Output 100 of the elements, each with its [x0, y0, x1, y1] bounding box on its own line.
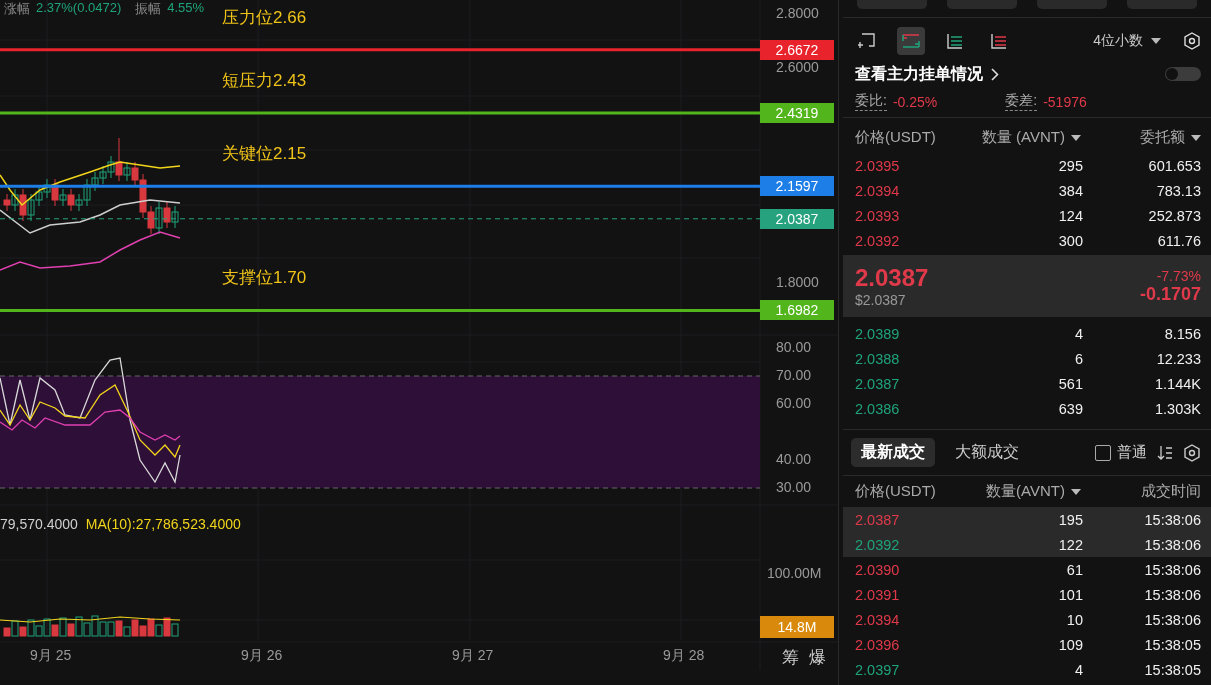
bid-price: 2.0389: [855, 325, 901, 342]
date-label: 9月 28: [663, 647, 705, 665]
bid-price: 2.0387: [855, 375, 901, 392]
ask-total: 611.76: [1157, 232, 1201, 249]
bid-price: 2.0386: [855, 400, 901, 417]
column-header: 成交时间: [1141, 482, 1201, 501]
bid-amount: 639: [1058, 400, 1083, 417]
bid-price: 2.0388: [855, 350, 901, 367]
diff-label: 委差:: [1005, 92, 1038, 111]
price-tag: 2.6672: [760, 39, 834, 60]
bid-amount: 6: [1074, 350, 1083, 367]
caret-icon: [1151, 38, 1161, 44]
ask-amount: 300: [1058, 232, 1083, 249]
chart-tool-button[interactable]: 爆: [807, 646, 828, 669]
trade-time: 15:38:06: [1144, 586, 1201, 603]
settings-icon[interactable]: [1183, 32, 1201, 50]
rsi-axis-label: 60.00: [776, 395, 812, 411]
last-price-tag: 2.0387: [760, 208, 834, 229]
ratio-label: 委比:: [855, 92, 887, 111]
caret-icon: [1191, 134, 1201, 141]
column-header[interactable]: 数量(AVNT): [986, 482, 1081, 501]
trade-time: 15:38:06: [1144, 536, 1201, 553]
trade-amount: 109: [1058, 636, 1083, 653]
bid-list-icon: [946, 32, 964, 50]
level-label: 短压力2.43: [222, 70, 307, 92]
price-tag: 2.4319: [760, 103, 834, 123]
ask-amount: 384: [1058, 182, 1083, 199]
trade-time: 15:38:05: [1144, 661, 1201, 678]
settings-icon[interactable]: [1183, 443, 1201, 462]
ratio-value: -0.25%: [892, 93, 938, 110]
diff-value: -51976: [1043, 93, 1087, 110]
trade-price: 2.0387: [855, 511, 901, 528]
sort-icon[interactable]: [1157, 444, 1173, 461]
bid-total: 1.144K: [1155, 375, 1201, 392]
chevron-icon[interactable]: [991, 67, 999, 81]
column-header: 价格(USDT): [855, 482, 937, 501]
rsi-axis-label: 30.00: [776, 479, 812, 495]
trade-price: 2.0391: [855, 586, 901, 603]
trade-price: 2.0397: [855, 661, 901, 678]
ask-price: 2.0395: [855, 157, 901, 174]
ask-price: 2.0394: [855, 182, 901, 199]
bid-total: 12.233: [1156, 350, 1201, 367]
date-label: 9月 26: [241, 647, 283, 665]
column-header[interactable]: 委托额: [1140, 128, 1201, 147]
chart-tool-button[interactable]: 筹: [780, 646, 801, 669]
decimals-dropdown[interactable]: 4位小数: [1087, 31, 1167, 51]
column-header: 价格(USDT): [855, 128, 937, 147]
rsi-axis-label: 80.00: [776, 339, 812, 355]
trade-amount: 10: [1066, 611, 1083, 628]
trade-amount: 61: [1066, 561, 1083, 578]
checkbox-label[interactable]: 普通: [1117, 443, 1147, 462]
order-book-icon: [901, 32, 921, 50]
level-label: 支撑位1.70: [222, 267, 307, 290]
trade-amount: 122: [1058, 536, 1083, 553]
trades-tab[interactable]: 最新成交: [851, 438, 935, 467]
trade-price: 2.0396: [855, 636, 901, 653]
ask-list-icon: [990, 32, 1008, 50]
trade-amount: 195: [1058, 511, 1083, 528]
trade-time: 15:38:06: [1144, 611, 1201, 628]
date-label: 9月 27: [452, 647, 494, 665]
trade-time: 15:38:05: [1144, 636, 1201, 653]
trades-tab[interactable]: 大额成交: [945, 438, 1029, 467]
trade-amount: 4: [1074, 661, 1083, 678]
checkbox[interactable]: [1095, 444, 1111, 461]
volume-ma-text: 79,570.4000: [0, 516, 78, 532]
main-orders-link[interactable]: 查看主力挂单情况: [855, 63, 983, 85]
stat-value: 4.55%: [167, 0, 205, 17]
price-tag: 2.1597: [760, 176, 834, 197]
volume-tag: 14.8M: [760, 616, 834, 638]
add-window-icon: [858, 32, 876, 50]
ask-total: 783.13: [1156, 182, 1201, 199]
bid-total: 1.303K: [1155, 400, 1201, 417]
bid-amount: 4: [1074, 325, 1083, 342]
trade-price: 2.0394: [855, 611, 901, 628]
price-tag: 1.6982: [760, 300, 834, 321]
volume-axis-label: 100.00M: [767, 565, 822, 581]
stat-label: 振幅: [135, 0, 162, 18]
ask-amount: 124: [1058, 207, 1083, 224]
ask-price: 2.0392: [855, 232, 901, 249]
usd-price: $2.0387: [855, 292, 907, 308]
ask-price: 2.0393: [855, 207, 901, 224]
price-axis-label: 1.8000: [776, 274, 819, 290]
caret-icon: [1071, 488, 1081, 495]
ask-total: 601.653: [1148, 157, 1201, 174]
change-percent: -7.73%: [1156, 267, 1201, 284]
ask-total: 252.873: [1148, 207, 1201, 224]
rsi-axis-label: 70.00: [776, 367, 812, 383]
toggle-switch[interactable]: [1165, 67, 1201, 81]
bid-total: 8.156: [1164, 325, 1201, 342]
trade-time: 15:38:06: [1144, 511, 1201, 528]
column-header[interactable]: 数量 (AVNT): [981, 128, 1081, 147]
trade-amount: 101: [1058, 586, 1083, 603]
change-value: -0.1707: [1139, 283, 1201, 305]
volume-ma-text: MA(10):27,786,523.4000: [85, 516, 241, 532]
level-label: 关键位2.15: [222, 143, 307, 166]
price-axis-label: 2.8000: [776, 5, 819, 21]
price-axis-label: 2.6000: [776, 58, 819, 75]
rsi-axis-label: 40.00: [776, 451, 812, 467]
view-button[interactable]: [897, 27, 925, 55]
bid-amount: 561: [1058, 375, 1083, 392]
